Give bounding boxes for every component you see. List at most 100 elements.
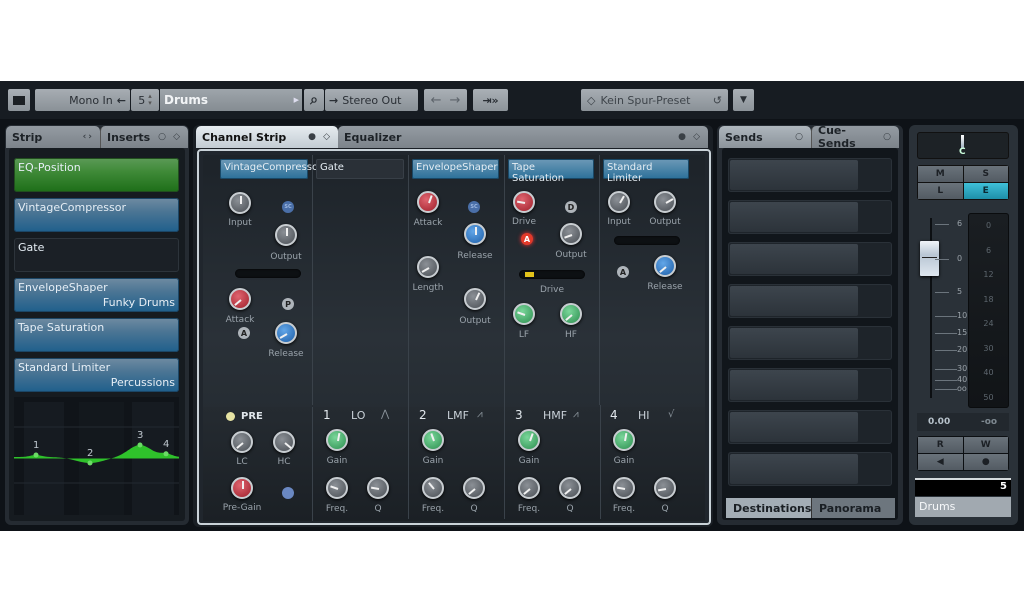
output-knob[interactable] (560, 223, 582, 245)
lc-knob[interactable] (231, 431, 253, 453)
module-title[interactable]: Tape Saturation (508, 159, 594, 184)
mute-button[interactable]: M (918, 166, 963, 182)
tab-sends[interactable]: Sends ○ (719, 126, 811, 148)
send-slot[interactable] (728, 200, 892, 234)
dual-mode-button[interactable]: D (565, 201, 577, 213)
freq-knob[interactable] (518, 477, 540, 499)
module-title[interactable]: EnvelopeShaper (412, 159, 499, 179)
q-knob[interactable] (654, 477, 676, 499)
export-button[interactable]: ⇥» (473, 89, 508, 111)
listen-button[interactable]: L (918, 183, 963, 199)
sidechain-button[interactable]: SC (468, 201, 480, 213)
layout-button[interactable] (8, 89, 30, 111)
track-name-label[interactable]: Drums (915, 497, 1011, 517)
pan-control[interactable]: C (917, 132, 1009, 159)
module-title[interactable]: Gate (316, 159, 404, 179)
read-button[interactable]: R (918, 437, 963, 453)
strip-slot-envelope-shaper[interactable]: EnvelopeShaper Funky Drums (14, 278, 179, 312)
filter-shape-icon[interactable]: ⋀ (381, 409, 389, 420)
preset-selector[interactable]: ◇ Kein Spur-Preset ↺ (581, 89, 728, 111)
punch-button[interactable]: P (282, 298, 294, 310)
auto-button[interactable]: A (238, 327, 250, 339)
strip-slot-gate[interactable]: Gate (14, 238, 179, 272)
send-slot[interactable] (728, 158, 892, 192)
send-level-bar[interactable] (730, 202, 858, 232)
eq-band-handle[interactable] (87, 460, 93, 466)
attack-knob[interactable] (417, 191, 439, 213)
tab-channel-strip[interactable]: Channel Strip ● ◇ (196, 126, 338, 148)
send-level-bar[interactable] (730, 328, 858, 358)
nav-back-icon[interactable]: ← (431, 93, 442, 108)
send-slot[interactable] (728, 326, 892, 360)
eq-band-handle[interactable] (163, 451, 169, 457)
gain-knob[interactable] (613, 429, 635, 451)
strip-slot-standard-limiter[interactable]: Standard Limiter Percussions (14, 358, 179, 392)
tab-strip[interactable]: Strip ‹› (6, 126, 100, 148)
send-level-bar[interactable] (730, 286, 858, 316)
send-slot[interactable] (728, 452, 892, 486)
monitor-icon[interactable]: ◀ (918, 454, 963, 470)
output-routing[interactable]: → Stereo Out (325, 89, 418, 111)
track-number-stepper[interactable]: 5 ▴ ▾ (131, 89, 159, 111)
nav-forward-icon[interactable]: → (450, 93, 461, 108)
record-icon[interactable]: ● (963, 454, 1008, 470)
send-level-bar[interactable] (730, 160, 858, 190)
auto-gain-button[interactable]: A (521, 233, 533, 245)
gain-knob[interactable] (422, 429, 444, 451)
eq-band-handle[interactable] (33, 452, 39, 458)
output-knob[interactable] (654, 191, 676, 213)
freq-knob[interactable] (326, 477, 348, 499)
freq-knob[interactable] (613, 477, 635, 499)
eq-curve-display[interactable]: 1 2 3 4 (14, 397, 179, 517)
auto-release-button[interactable]: A (617, 266, 629, 278)
lf-knob[interactable] (513, 303, 535, 325)
search-button[interactable]: ⌕ (304, 89, 324, 111)
input-knob[interactable] (608, 191, 630, 213)
preset-dropdown-button[interactable]: ▼ (733, 89, 754, 111)
attack-knob[interactable] (229, 288, 251, 310)
q-knob[interactable] (559, 477, 581, 499)
hf-knob[interactable] (560, 303, 582, 325)
send-level-bar[interactable] (730, 412, 858, 442)
sidechain-button[interactable]: SC (282, 201, 294, 213)
drive-knob[interactable] (513, 191, 535, 213)
phase-button[interactable] (282, 487, 294, 499)
output-knob[interactable] (275, 224, 297, 246)
gain-knob[interactable] (518, 429, 540, 451)
filter-shape-icon[interactable]: √ (668, 409, 674, 420)
length-knob[interactable] (417, 256, 439, 278)
write-button[interactable]: W (963, 437, 1008, 453)
gain-knob[interactable] (326, 429, 348, 451)
tab-inserts[interactable]: Inserts ○ ◇ (100, 126, 188, 148)
volume-value[interactable]: 0.00 (928, 417, 950, 427)
strip-slot-eq-position[interactable]: EQ-Position (14, 158, 179, 192)
eq-band-handle[interactable] (137, 442, 143, 448)
send-slot[interactable] (728, 242, 892, 276)
send-slot[interactable] (728, 410, 892, 444)
filter-shape-icon[interactable]: ⩘ (573, 409, 579, 420)
strip-slot-vintage-compressor[interactable]: VintageCompressor (14, 198, 179, 232)
output-knob[interactable] (464, 288, 486, 310)
send-slot[interactable] (728, 368, 892, 402)
tab-destinations[interactable]: Destinations (726, 498, 811, 518)
edit-button[interactable]: E (963, 183, 1008, 199)
input-knob[interactable] (229, 192, 251, 214)
pre-led[interactable] (226, 412, 235, 421)
send-level-bar[interactable] (730, 244, 858, 274)
tab-equalizer[interactable]: Equalizer ● ◇ (338, 126, 708, 148)
input-routing[interactable]: Mono In ← (35, 89, 130, 111)
hc-knob[interactable] (273, 431, 295, 453)
q-knob[interactable] (367, 477, 389, 499)
reload-icon[interactable]: ↺ (713, 94, 722, 107)
pre-gain-knob[interactable] (231, 477, 253, 499)
send-level-bar[interactable] (730, 370, 858, 400)
tab-panorama[interactable]: Panorama (811, 498, 895, 518)
release-knob[interactable] (275, 322, 297, 344)
q-knob[interactable] (463, 477, 485, 499)
module-title[interactable]: VintageCompressor (220, 159, 322, 179)
track-name-field[interactable]: Drums ▶ (160, 89, 302, 111)
release-knob[interactable] (464, 223, 486, 245)
send-level-bar[interactable] (730, 454, 858, 484)
strip-slot-tape-saturation[interactable]: Tape Saturation (14, 318, 179, 352)
release-knob[interactable] (654, 255, 676, 277)
